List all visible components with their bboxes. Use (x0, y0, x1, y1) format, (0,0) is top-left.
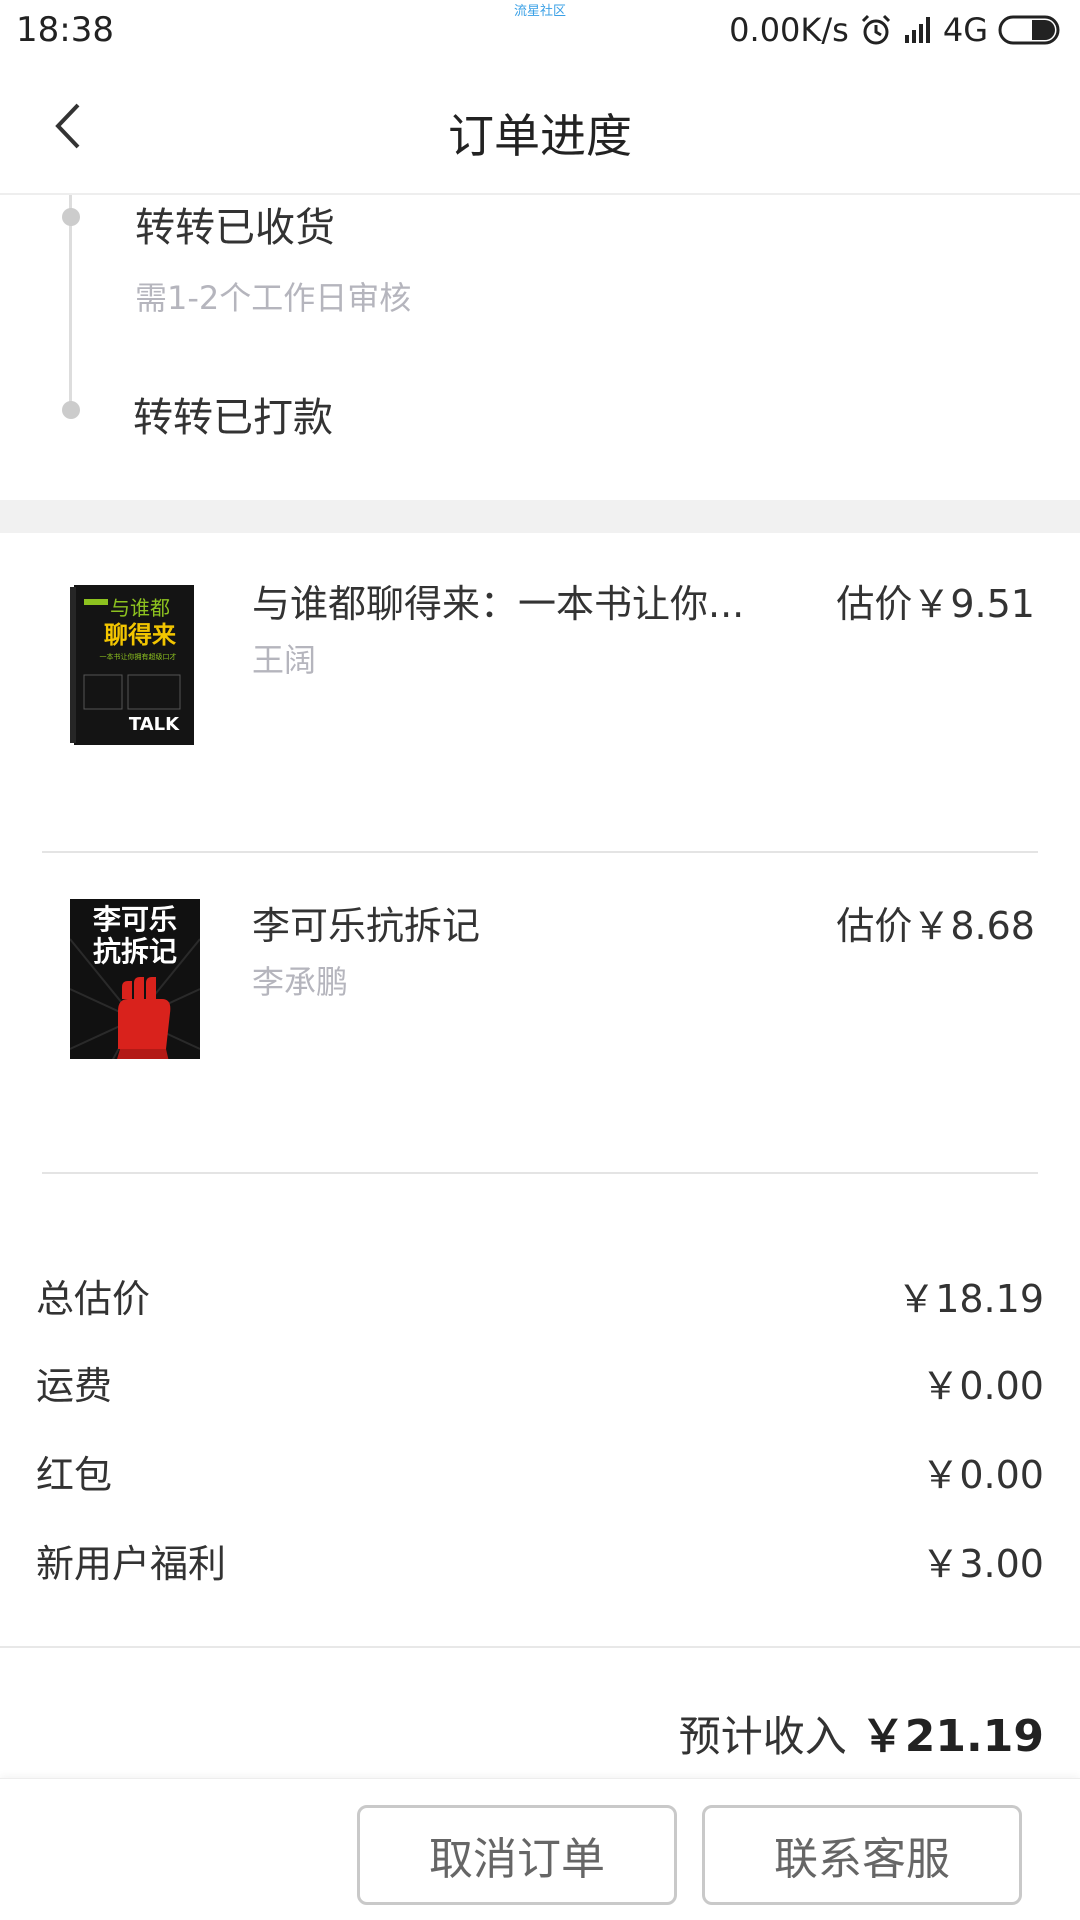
summary-label: 新用户福利 (36, 1541, 227, 1586)
book-price: 估价￥8.68 (836, 904, 1035, 948)
cover-word: TALK (129, 714, 180, 735)
summary-row-total-estimate: 总估价 ￥18.19 (36, 1265, 1044, 1325)
summary-value: ￥0.00 (921, 1452, 1044, 1497)
income-amount: ￥21.19 (860, 1711, 1044, 1762)
summary-label: 运费 (36, 1363, 113, 1408)
book-title: 与谁都聊得来：一本书让你... (252, 582, 745, 626)
cover-tagline: 一本书让你拥有超级口才 (100, 652, 177, 661)
page-title: 订单进度 (448, 109, 632, 163)
timeline-line (69, 195, 72, 410)
contact-service-button[interactable]: 联系客服 (702, 1805, 1022, 1905)
summary-row-red-packet: 红包 ￥0.00 (36, 1441, 1044, 1501)
cover-main-text: 聊得来 (104, 621, 177, 649)
network-speed: 0.00K/s (729, 11, 849, 49)
book-cover: 与谁都 聊得来 一本书让你拥有超级口才 TALK (70, 585, 200, 745)
timeline-dot (62, 401, 80, 419)
cancel-order-button[interactable]: 取消订单 (357, 1805, 677, 1905)
book-item[interactable]: 与谁都 聊得来 一本书让你拥有超级口才 TALK 与谁都聊得来：一本书让你...… (0, 533, 1080, 853)
status-center-label: 流星社区 (513, 4, 566, 19)
bottom-action-bar: 取消订单 联系客服 (0, 1778, 1080, 1920)
summary-label: 总估价 (36, 1276, 151, 1321)
signal-icon (903, 15, 933, 45)
network-type: 4G (942, 11, 988, 49)
divider (0, 1646, 1080, 1648)
timeline-step-title: 转转已收货 (135, 205, 335, 251)
nav-bar: 订单进度 (0, 60, 1080, 195)
timeline-dot (62, 208, 80, 226)
income-label: 预计收入 (678, 1712, 847, 1761)
book-price: 估价￥9.51 (836, 582, 1035, 626)
book-cover: 李可乐 抗拆记 (70, 899, 200, 1059)
summary-value: ￥3.00 (921, 1541, 1044, 1586)
cover-line-1: 李可乐 (93, 903, 177, 936)
battery-icon (998, 14, 1064, 46)
book-author: 王阔 (252, 641, 317, 679)
section-gap (0, 500, 1080, 533)
book-item[interactable]: 李可乐 抗拆记 李可乐抗拆记 李承鹏 估价￥8.68 (0, 853, 1080, 1173)
status-bar: 18:38 流星社区 0.00K/s 4G (0, 0, 1080, 60)
timeline-step-subtitle: 需1-2个工作日审核 (135, 279, 412, 317)
status-time: 18:38 (16, 10, 114, 50)
cover-line-2: 抗拆记 (93, 935, 177, 968)
summary-row-new-user-bonus: 新用户福利 ￥3.00 (36, 1530, 1044, 1590)
book-author: 李承鹏 (252, 963, 349, 1001)
book-title: 李可乐抗拆记 (252, 904, 481, 948)
divider (42, 1172, 1038, 1174)
cover-top-text: 与谁都 (110, 596, 170, 620)
expected-income: 预计收入 ￥21.19 (679, 1700, 1044, 1764)
summary-label: 红包 (36, 1452, 113, 1497)
order-timeline: 转转已收货 需1-2个工作日审核 转转已打款 (0, 195, 1080, 500)
summary-value: ￥18.19 (897, 1276, 1044, 1321)
summary-row-shipping: 运费 ￥0.00 (36, 1352, 1044, 1412)
summary-value: ￥0.00 (921, 1363, 1044, 1408)
status-indicators: 0.00K/s 4G (729, 8, 1064, 52)
alarm-icon (859, 13, 893, 47)
timeline-step-title: 转转已打款 (133, 395, 333, 441)
